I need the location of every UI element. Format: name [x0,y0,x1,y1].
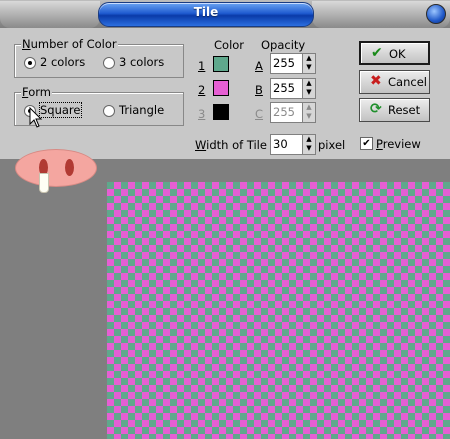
color-row-1-index: 1 [198,59,206,73]
radio-square-label[interactable]: Square [39,102,82,118]
opacity-letter-b: B [255,83,263,97]
width-unit: pixel [318,138,346,152]
radio-2-colors-label[interactable]: 2 colors [40,55,85,69]
width-of-tile-value[interactable]: 30 [273,137,288,151]
color-swatch-2[interactable] [213,80,229,96]
radio-3-colors[interactable] [103,57,115,69]
checkmark-icon: ✔ [371,45,383,61]
opacity-letter-a: A [255,59,263,73]
x-icon: ✖ [370,73,382,89]
ok-button-label: OK [389,47,406,61]
pig-nose-decoration [15,149,97,187]
opacity-header: Opacity [261,38,306,52]
opacity-c-arrows: ▲ ▼ [302,103,315,122]
color-swatch-3 [213,104,229,120]
radio-3-colors-label[interactable]: 3 colors [119,55,164,69]
width-of-tile-label: Width of Tile [195,138,267,152]
preview-label[interactable]: Preview [376,137,421,151]
opacity-c-spinner: 255 ▲ ▼ [270,102,316,123]
opacity-b-spinner[interactable]: 255 ▲ ▼ [270,78,316,99]
color-swatch-1[interactable] [213,56,229,72]
number-of-color-legend: Number of Color [21,37,118,51]
mouse-cursor-icon [29,107,43,128]
opacity-b-arrows[interactable]: ▲ ▼ [302,79,315,98]
tile-dialog: Number of Color 2 colors 3 colors Form S… [0,28,450,159]
width-of-tile-spinner[interactable]: 30 ▲ ▼ [270,134,316,155]
color-row-3-index: 3 [198,107,206,121]
tooth-decoration [39,173,49,193]
radio-2-colors[interactable] [24,57,36,69]
radio-triangle-label[interactable]: Triangle [119,103,164,117]
color-row-2-index: 2 [198,83,206,97]
refresh-icon: ⟳ [370,101,382,117]
window-title: Tile [193,5,219,19]
opacity-letter-c: C [255,107,264,121]
preview-checkbox[interactable]: ✔ [360,137,373,150]
reset-button[interactable]: ⟳ Reset [359,98,430,122]
system-menu-button[interactable] [426,4,446,24]
opacity-b-value[interactable]: 255 [273,81,295,95]
right-nostril [65,159,74,176]
ok-button[interactable]: ✔ OK [359,41,430,65]
color-header: Color [214,38,245,52]
title-bar-left-cap [0,1,100,28]
cancel-button[interactable]: ✖ Cancel [359,70,430,94]
form-legend: Form [21,85,52,99]
reset-button-label: Reset [388,103,421,117]
opacity-c-value: 255 [273,105,295,119]
cancel-button-label: Cancel [388,75,427,89]
tile-preview-canvas[interactable] [107,182,450,439]
opacity-a-value[interactable]: 255 [273,56,295,70]
width-of-tile-arrows[interactable]: ▲ ▼ [302,135,315,154]
radio-triangle[interactable] [103,105,115,117]
opacity-a-spinner[interactable]: 255 ▲ ▼ [270,53,316,74]
opacity-a-arrows[interactable]: ▲ ▼ [302,54,315,73]
